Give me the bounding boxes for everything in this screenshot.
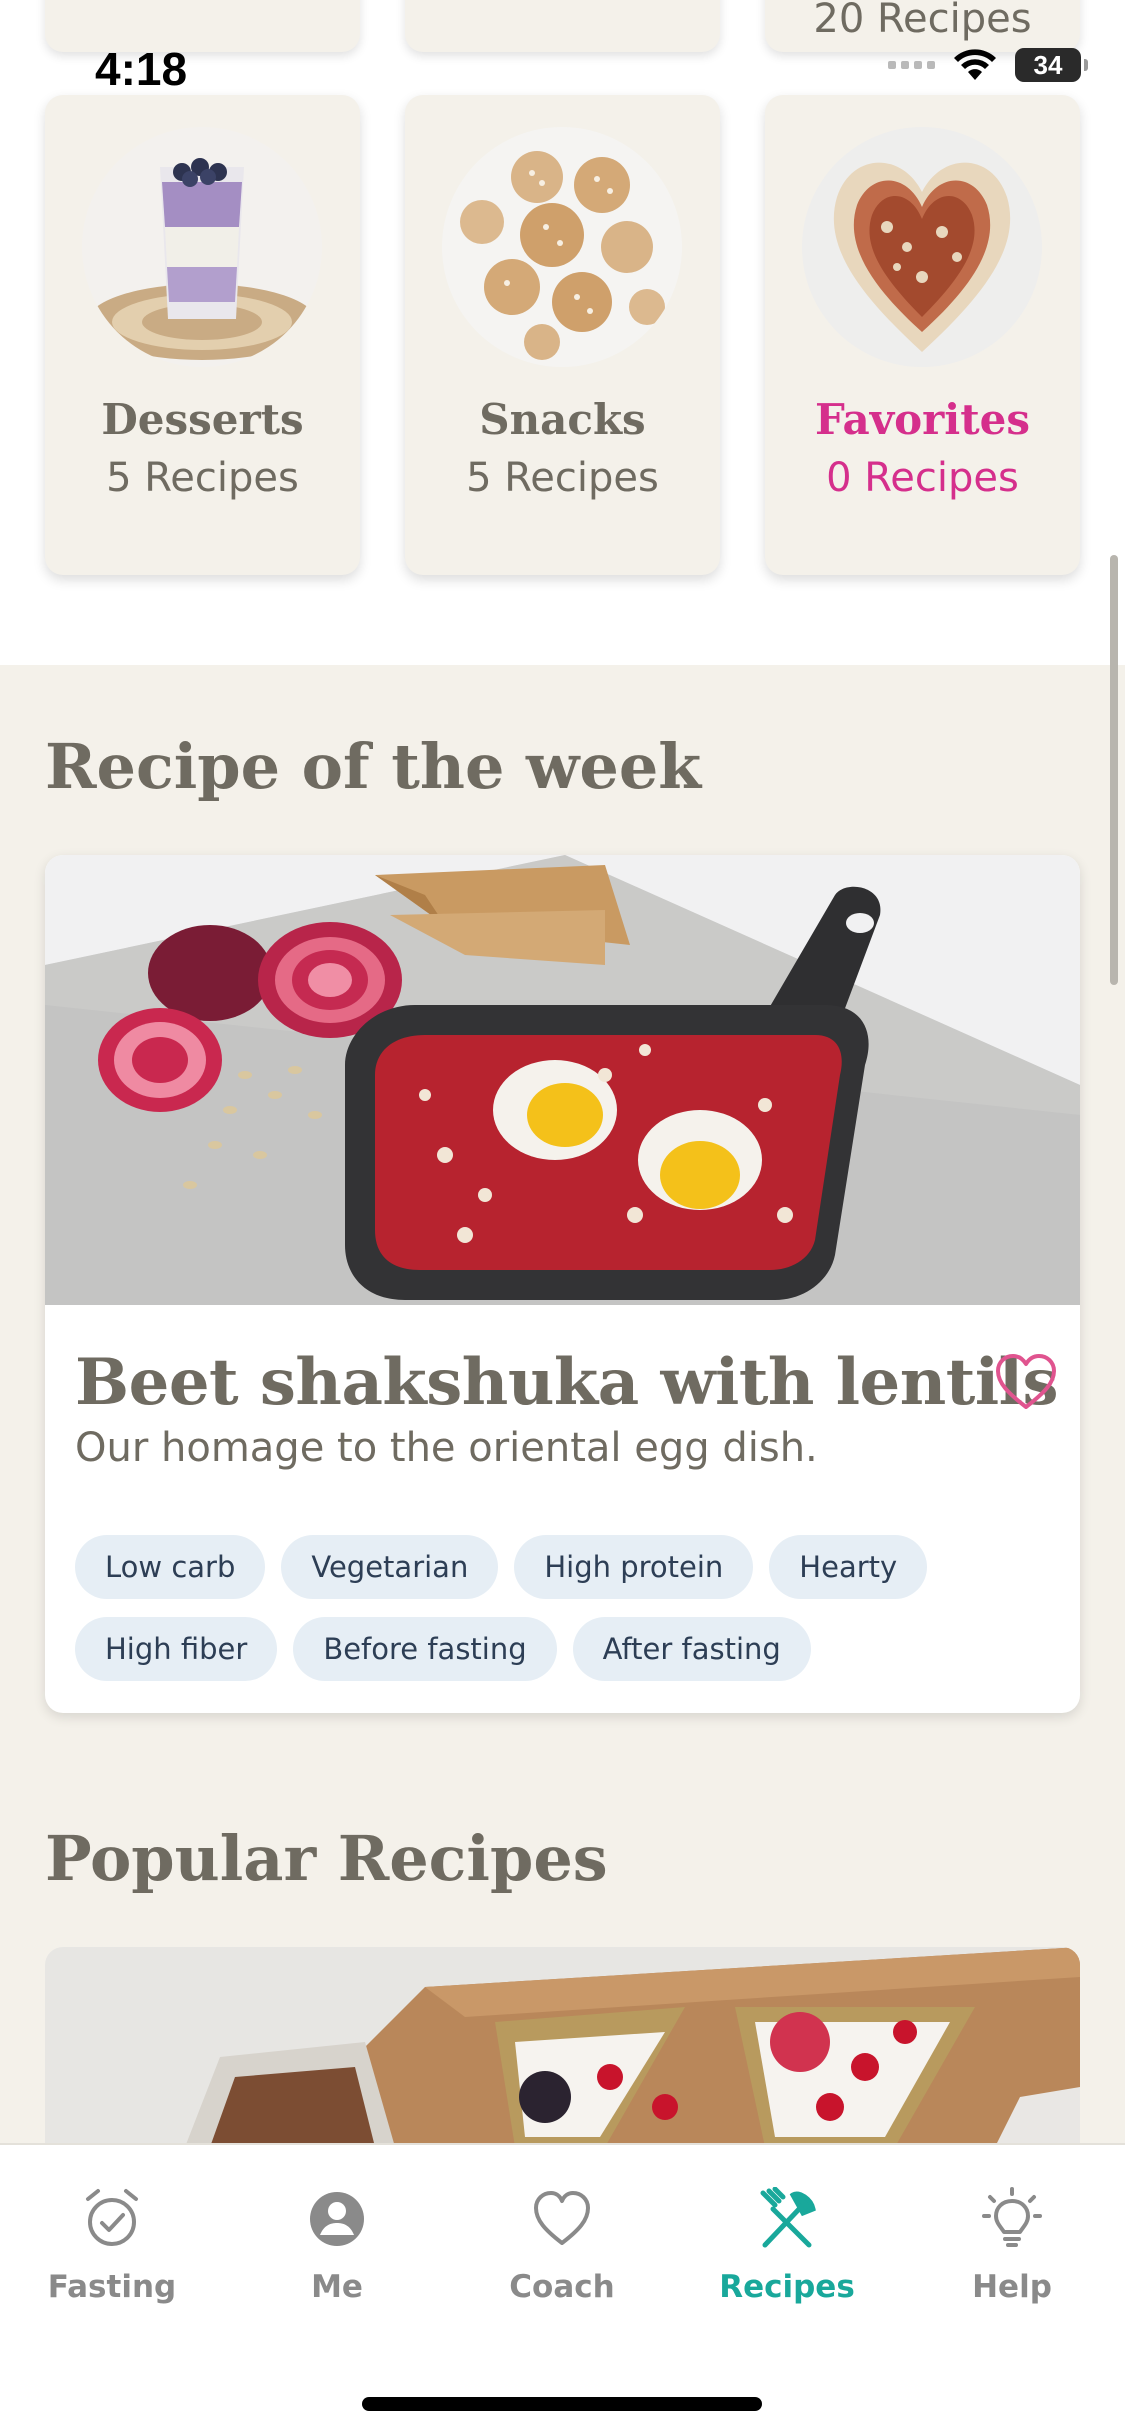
tab-fasting[interactable]: Fasting [22, 2187, 202, 2327]
tab-recipes[interactable]: Recipes [697, 2187, 877, 2327]
tag-chip[interactable]: Low carb [75, 1535, 266, 1599]
tag-chip[interactable]: High fiber [75, 1617, 278, 1681]
tab-bar: Fasting Me Coach Recipes Help [0, 2143, 1125, 2436]
desserts-image [82, 127, 322, 367]
recipe-of-week-heading: Recipe of the week [45, 730, 702, 803]
recipes-screen: 20 Recipes 4:18 34 Desserts 5 Recipes Sn… [0, 0, 1125, 2436]
favorite-button[interactable] [994, 1353, 1058, 1413]
home-indicator[interactable] [362, 2397, 762, 2411]
tab-label: Help [972, 2269, 1052, 2305]
category-count: 0 Recipes [826, 455, 1019, 501]
heart-outline-icon [996, 1354, 1056, 1409]
tag-chip[interactable]: High protein [514, 1535, 754, 1599]
recipe-subtitle: Our homage to the oriental egg dish. [75, 1425, 818, 1471]
heart-outline-icon [534, 2191, 590, 2245]
category-count: 5 Recipes [466, 455, 659, 501]
battery-icon: 34 [1015, 48, 1088, 82]
wifi-icon [954, 49, 996, 80]
tag-chip[interactable]: After fasting [572, 1617, 811, 1681]
category-title: Favorites [814, 395, 1030, 444]
tab-label: Recipes [719, 2269, 855, 2305]
tab-label: Me [311, 2269, 363, 2305]
snacks-image [442, 127, 682, 367]
status-time: 4:18 [95, 43, 188, 95]
tab-label: Fasting [47, 2269, 177, 2305]
category-card-snacks[interactable]: Snacks 5 Recipes [405, 95, 720, 575]
category-card-favorites[interactable]: Favorites 0 Recipes [765, 95, 1080, 575]
tab-help[interactable]: Help [922, 2187, 1102, 2327]
category-title: Snacks [479, 395, 646, 444]
cellular-signal-icon [888, 61, 935, 69]
popular-recipe-card[interactable] [45, 1947, 1080, 2147]
recipe-of-week-card[interactable]: Beet shakshuka with lentils Our homage t… [45, 855, 1080, 1713]
popular-recipes-heading: Popular Recipes [45, 1822, 608, 1895]
recipe-tags: Low carb Vegetarian High protein Hearty … [75, 1535, 1055, 1681]
status-indicators: 34 [888, 48, 1088, 82]
category-count: 5 Recipes [106, 455, 299, 501]
lightbulb-icon [982, 2187, 1042, 2247]
tab-label: Coach [509, 2269, 615, 2305]
fork-knife-icon [760, 2187, 816, 2248]
scrollbar[interactable] [1110, 555, 1118, 985]
category-card-desserts[interactable]: Desserts 5 Recipes [45, 95, 360, 575]
alarm-clock-check-icon [86, 2189, 138, 2246]
category-title: Desserts [101, 395, 304, 444]
user-circle-icon [310, 2192, 364, 2246]
favorites-image [802, 127, 1042, 367]
recipe-image [45, 855, 1080, 1305]
tab-me[interactable]: Me [247, 2187, 427, 2327]
tag-chip[interactable]: Hearty [769, 1535, 928, 1599]
popular-recipe-image [45, 1947, 1080, 2147]
tab-coach[interactable]: Coach [472, 2187, 652, 2327]
recipe-title[interactable]: Beet shakshuka with lentils [75, 1345, 1059, 1420]
tag-chip[interactable]: Before fasting [293, 1617, 557, 1681]
tag-chip[interactable]: Vegetarian [281, 1535, 499, 1599]
